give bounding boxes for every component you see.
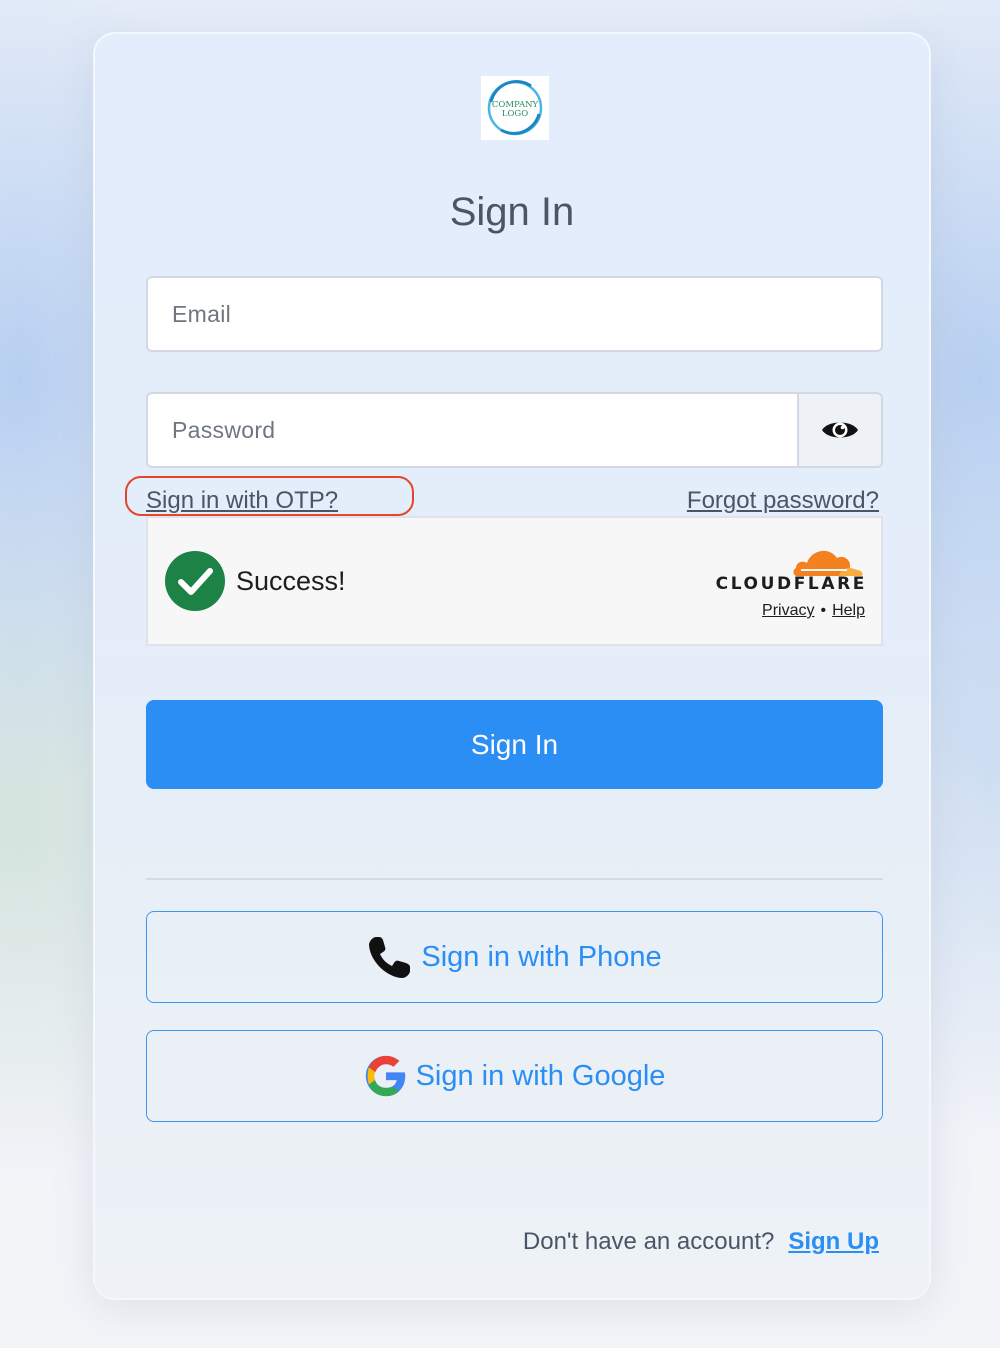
cloudflare-captcha-widget: Success! CLOUDFLARE Privacy • Help [146, 516, 883, 646]
sign-in-button[interactable]: Sign In [146, 700, 883, 789]
cloudflare-cloud-icon [793, 550, 863, 576]
show-password-button[interactable] [797, 392, 883, 468]
sign-in-with-phone-button[interactable]: Sign in with Phone [146, 911, 883, 1003]
sign-in-with-google-button[interactable]: Sign in with Google [146, 1030, 883, 1122]
company-logo: COMPANY LOGO [481, 76, 549, 140]
logo-text-line2: LOGO [502, 109, 528, 119]
email-field[interactable] [148, 278, 881, 350]
sign-in-card: COMPANY LOGO Sign In Sign in with OTP? F… [93, 32, 931, 1300]
password-field[interactable] [148, 394, 797, 466]
captcha-help-link[interactable]: Help [832, 602, 865, 619]
eye-icon [822, 422, 858, 438]
company-logo-icon: COMPANY LOGO [487, 80, 543, 136]
captcha-link-separator: • [820, 602, 827, 619]
password-field-group [146, 392, 883, 468]
cloudflare-wordmark: CLOUDFLARE [715, 574, 867, 594]
sign-in-with-otp-link[interactable]: Sign in with OTP? [146, 486, 338, 516]
sign-up-link[interactable]: Sign Up [788, 1228, 879, 1255]
forgot-password-link[interactable]: Forgot password? [687, 486, 879, 516]
page-title: Sign In [449, 190, 575, 234]
signup-prompt: Don't have an account? Sign Up [523, 1226, 879, 1258]
divider [146, 878, 883, 880]
google-icon [365, 1055, 405, 1097]
captcha-footer-links: Privacy • Help [762, 602, 865, 620]
check-circle-icon [165, 551, 225, 611]
captcha-status: Success! [236, 566, 346, 596]
sign-in-with-phone-label: Sign in with Phone [421, 940, 662, 973]
password-field-wrapper [146, 392, 797, 468]
email-field-wrapper [146, 276, 883, 352]
sign-in-with-google-label: Sign in with Google [415, 1059, 666, 1092]
signup-prompt-text: Don't have an account? [522, 1228, 775, 1255]
phone-icon [369, 937, 411, 978]
captcha-privacy-link[interactable]: Privacy [762, 602, 814, 619]
